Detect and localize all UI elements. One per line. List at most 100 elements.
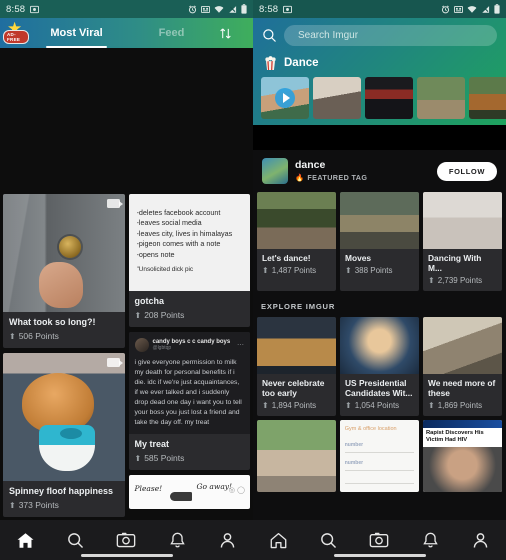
video-badge-icon [106, 358, 123, 367]
nav-profile[interactable] [202, 520, 253, 560]
carousel-thumb[interactable] [261, 77, 309, 119]
post-card[interactable]: Please! Go away! ◎ ◯ [128, 475, 250, 510]
tile-title: Let's dance! [262, 253, 311, 263]
feed-column-left: What took so long?! ⬆ 506 Points Spinney… [3, 194, 125, 517]
carousel-thumb[interactable] [365, 77, 413, 119]
upvote-icon: ⬆ [428, 276, 435, 285]
tile-card[interactable]: Never celebrate too early ⬆ 1,894 Points [257, 317, 336, 416]
follow-button[interactable]: FOLLOW [436, 161, 497, 181]
post-media-tumblr[interactable]: candy boys c c candy boys @lgbtqp ⋯ i gi… [128, 332, 250, 435]
carousel-thumb[interactable] [313, 77, 361, 119]
tile-meta: US Presidential Candidates Wit... ⬆ 1,05… [340, 374, 419, 416]
avatar [134, 338, 149, 353]
tab-most-viral-label: Most Viral [50, 27, 103, 39]
tile-card[interactable]: We need more of these ⬆ 1,869 Points [423, 317, 502, 416]
tag-badge: 🔥 FEATURED TAG [295, 174, 367, 183]
post-masonry-grid: What took so long?! ⬆ 506 Points Spinney… [0, 48, 253, 517]
post-media-image[interactable] [3, 194, 125, 312]
battery-icon [241, 4, 247, 14]
popcorn-icon [263, 55, 278, 71]
tile-card[interactable] [257, 420, 336, 492]
tile-image[interactable] [340, 317, 419, 374]
tile-points: ⬆ 2,739 Points [428, 276, 497, 285]
tab-feed[interactable]: Feed [124, 18, 219, 48]
post-meta: Spinney floof happiness ⬆ 373 Points [3, 481, 125, 517]
wifi-icon [214, 5, 224, 14]
carousel-thumb[interactable] [469, 77, 506, 119]
play-icon[interactable] [275, 88, 295, 108]
tumblr-names: candy boys c c candy boys @lgbtqp [153, 339, 231, 351]
tile-title: US Presidential Candidates Wit... [345, 378, 413, 398]
home-indicator [333, 554, 426, 557]
tile-points: ⬆ 1,054 Points [345, 401, 414, 410]
form-label: number [344, 460, 364, 467]
upvote-icon: ⬆ [345, 401, 352, 410]
tab-feed-label: Feed [158, 27, 185, 39]
tile-title: Dancing With M... [428, 253, 482, 273]
tile-card[interactable]: Let's dance! ⬆ 1,487 Points [257, 192, 336, 291]
upvote-icon: ⬆ [262, 266, 269, 275]
dance-carousel[interactable] [253, 77, 506, 119]
upvote-icon: ⬆ [9, 500, 16, 510]
upvote-icon: ⬆ [345, 266, 352, 275]
post-media-sketch[interactable]: Please! Go away! ◎ ◯ [128, 475, 250, 510]
form-rule [344, 451, 415, 453]
tile-image[interactable] [257, 192, 336, 249]
tile-image[interactable] [257, 420, 336, 492]
post-card[interactable]: What took so long?! ⬆ 506 Points [3, 194, 125, 348]
tile-image[interactable] [423, 192, 502, 249]
tile-image[interactable] [423, 317, 502, 374]
ad-free-badge-icon[interactable]: ★ AD-FREE [3, 20, 29, 46]
tab-most-viral[interactable]: Most Viral [29, 18, 124, 48]
tile-image[interactable]: Rapist Discovers His Victim Had HIV [423, 420, 502, 492]
screenshot-icon [30, 5, 40, 14]
status-bar: 8:58 [253, 0, 506, 18]
explore-section-label: EXPLORE IMGUR [261, 302, 336, 311]
post-card[interactable]: -deletes facebook account -leaves social… [128, 194, 251, 328]
status-bar-clock: 8:58 [259, 3, 279, 15]
search-icon[interactable] [262, 28, 277, 43]
explore-body[interactable]: dance 🔥 FEATURED TAG FOLLOW Let's dance! [253, 150, 506, 520]
form-rule [344, 470, 415, 472]
post-points: ⬆ 506 Points [9, 331, 119, 341]
tile-image[interactable] [340, 192, 419, 249]
nav-profile[interactable] [455, 520, 506, 560]
nav-home[interactable] [253, 520, 304, 560]
tile-card[interactable]: Rapist Discovers His Victim Had HIV [423, 420, 502, 492]
carousel-thumb[interactable] [417, 77, 465, 119]
post-title: What took so long?! [9, 317, 96, 327]
featured-tag-row[interactable]: dance 🔥 FEATURED TAG FOLLOW [253, 150, 506, 192]
more-options-icon[interactable]: ⋯ [237, 341, 244, 349]
post-media-image[interactable] [3, 353, 125, 481]
tile-image[interactable] [257, 317, 336, 374]
tile-points: ⬆ 1,487 Points [262, 266, 331, 275]
nav-home[interactable] [0, 520, 51, 560]
battery-icon [494, 4, 500, 14]
tile-card[interactable]: US Presidential Candidates Wit... ⬆ 1,05… [340, 317, 419, 416]
top-tab-bar: ★ AD-FREE Most Viral Feed [0, 18, 253, 48]
tile-card[interactable]: Dancing With M... ⬆ 2,739 Points [423, 192, 502, 291]
search-row: Search Imgur [253, 18, 506, 55]
tile-image[interactable]: Gym & office location number number [340, 420, 419, 492]
wifi-icon [467, 5, 477, 14]
most-viral-feed[interactable]: What took so long?! ⬆ 506 Points Spinney… [0, 48, 253, 520]
sort-arrows-icon[interactable] [219, 27, 253, 40]
tag-posts-row: Let's dance! ⬆ 1,487 Points Moves ⬆ 388 … [253, 192, 506, 291]
post-title: gotcha [134, 296, 165, 307]
video-badge-icon [106, 199, 123, 208]
tile-title: Never celebrate too early [262, 378, 325, 398]
search-input[interactable]: Search Imgur [284, 25, 497, 46]
post-points-label: 506 Points [18, 331, 59, 341]
tile-meta: We need more of these ⬆ 1,869 Points [423, 374, 502, 416]
tile-card[interactable]: Moves ⬆ 388 Points [340, 192, 419, 291]
tile-card[interactable]: Gym & office location number number [340, 420, 419, 492]
post-card[interactable]: Spinney floof happiness ⬆ 373 Points [3, 353, 125, 517]
post-card[interactable]: candy boys c c candy boys @lgbtqp ⋯ i gi… [128, 332, 250, 471]
text-line: -leaves city, lives in himalayas [136, 228, 233, 238]
tag-avatar [262, 158, 288, 184]
post-meta: gotcha ⬆ 208 Points [129, 291, 251, 327]
status-bar-clock: 8:58 [6, 3, 26, 15]
post-points-label: 373 Points [18, 500, 59, 510]
upvote-icon: ⬆ [428, 401, 435, 410]
post-media-text[interactable]: -deletes facebook account -leaves social… [128, 194, 250, 292]
